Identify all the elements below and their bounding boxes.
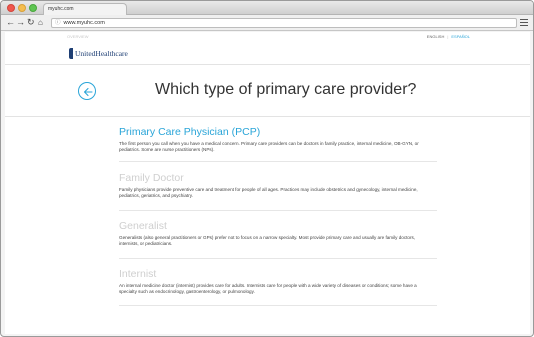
minimize-window-button[interactable] [18,4,26,12]
address-bar[interactable]: ⓘ www.myuhc.com [51,18,517,28]
maximize-window-button[interactable] [29,4,37,12]
language-switcher: ENGLISH | ESPAÑOL [427,34,470,39]
home-icon[interactable]: ⌂ [38,18,43,27]
option-title[interactable]: Internist [119,268,439,280]
utility-faint-text: OVERVIEW [67,34,89,39]
option-title[interactable]: Family Doctor [119,172,439,184]
option-divider [119,210,437,211]
option-divider [119,161,437,162]
option-generalist[interactable]: Generalist Generalists (also general pra… [119,220,439,246]
tab-title: myuhc.com [48,6,74,12]
option-description: An internal medicine doctor (internist) … [119,283,417,294]
option-divider [119,305,437,306]
close-window-button[interactable] [7,4,15,12]
option-title[interactable]: Primary Care Physician (PCP) [119,126,439,138]
page-content: OVERVIEW ENGLISH | ESPAÑOL UnitedHealthcar… [5,32,530,334]
option-description: Family physicians provide preventive car… [119,187,418,198]
option-divider [119,258,437,259]
logo-text: UnitedHealthcare [75,48,128,58]
option-internist[interactable]: Internist An internal medicine doctor (i… [119,268,439,294]
utility-bar: OVERVIEW ENGLISH | ESPAÑOL [5,32,530,41]
back-arrow-icon[interactable]: ← [6,18,15,27]
header-divider [5,64,530,65]
browser-toolbar: ← → ↻ ⌂ ⓘ www.myuhc.com [1,15,533,31]
arrow-left-icon [83,87,93,97]
option-title[interactable]: Generalist [119,220,439,232]
browser-tab[interactable]: myuhc.com [43,3,127,15]
back-button[interactable] [78,82,96,100]
language-separator: | [447,34,449,39]
address-url: www.myuhc.com [63,20,105,26]
reload-icon[interactable]: ↻ [27,18,35,27]
option-description: The first person you call when you have … [119,141,419,152]
option-family-doctor[interactable]: Family Doctor Family physicians provide … [119,172,439,198]
option-description: Generalists (also general practitioners … [119,235,416,246]
page-title: Which type of primary care provider? [155,81,417,98]
forward-arrow-icon[interactable]: → [16,18,25,27]
language-english-link[interactable]: ENGLISH [427,34,445,39]
unitedhealthcare-logo[interactable]: UnitedHealthcare [69,47,128,59]
option-pcp[interactable]: Primary Care Physician (PCP) The first p… [119,126,439,152]
browser-menu-icon[interactable] [520,19,528,27]
title-bar: myuhc.com [1,1,533,15]
page-info-icon[interactable]: ⓘ [55,20,61,26]
browser-window: myuhc.com ← → ↻ ⌂ ⓘ www.myuhc.com OVERVIE… [0,0,534,337]
language-spanish-link[interactable]: ESPAÑOL [451,34,470,39]
title-divider [5,116,530,117]
logo-mark-icon [69,47,73,59]
